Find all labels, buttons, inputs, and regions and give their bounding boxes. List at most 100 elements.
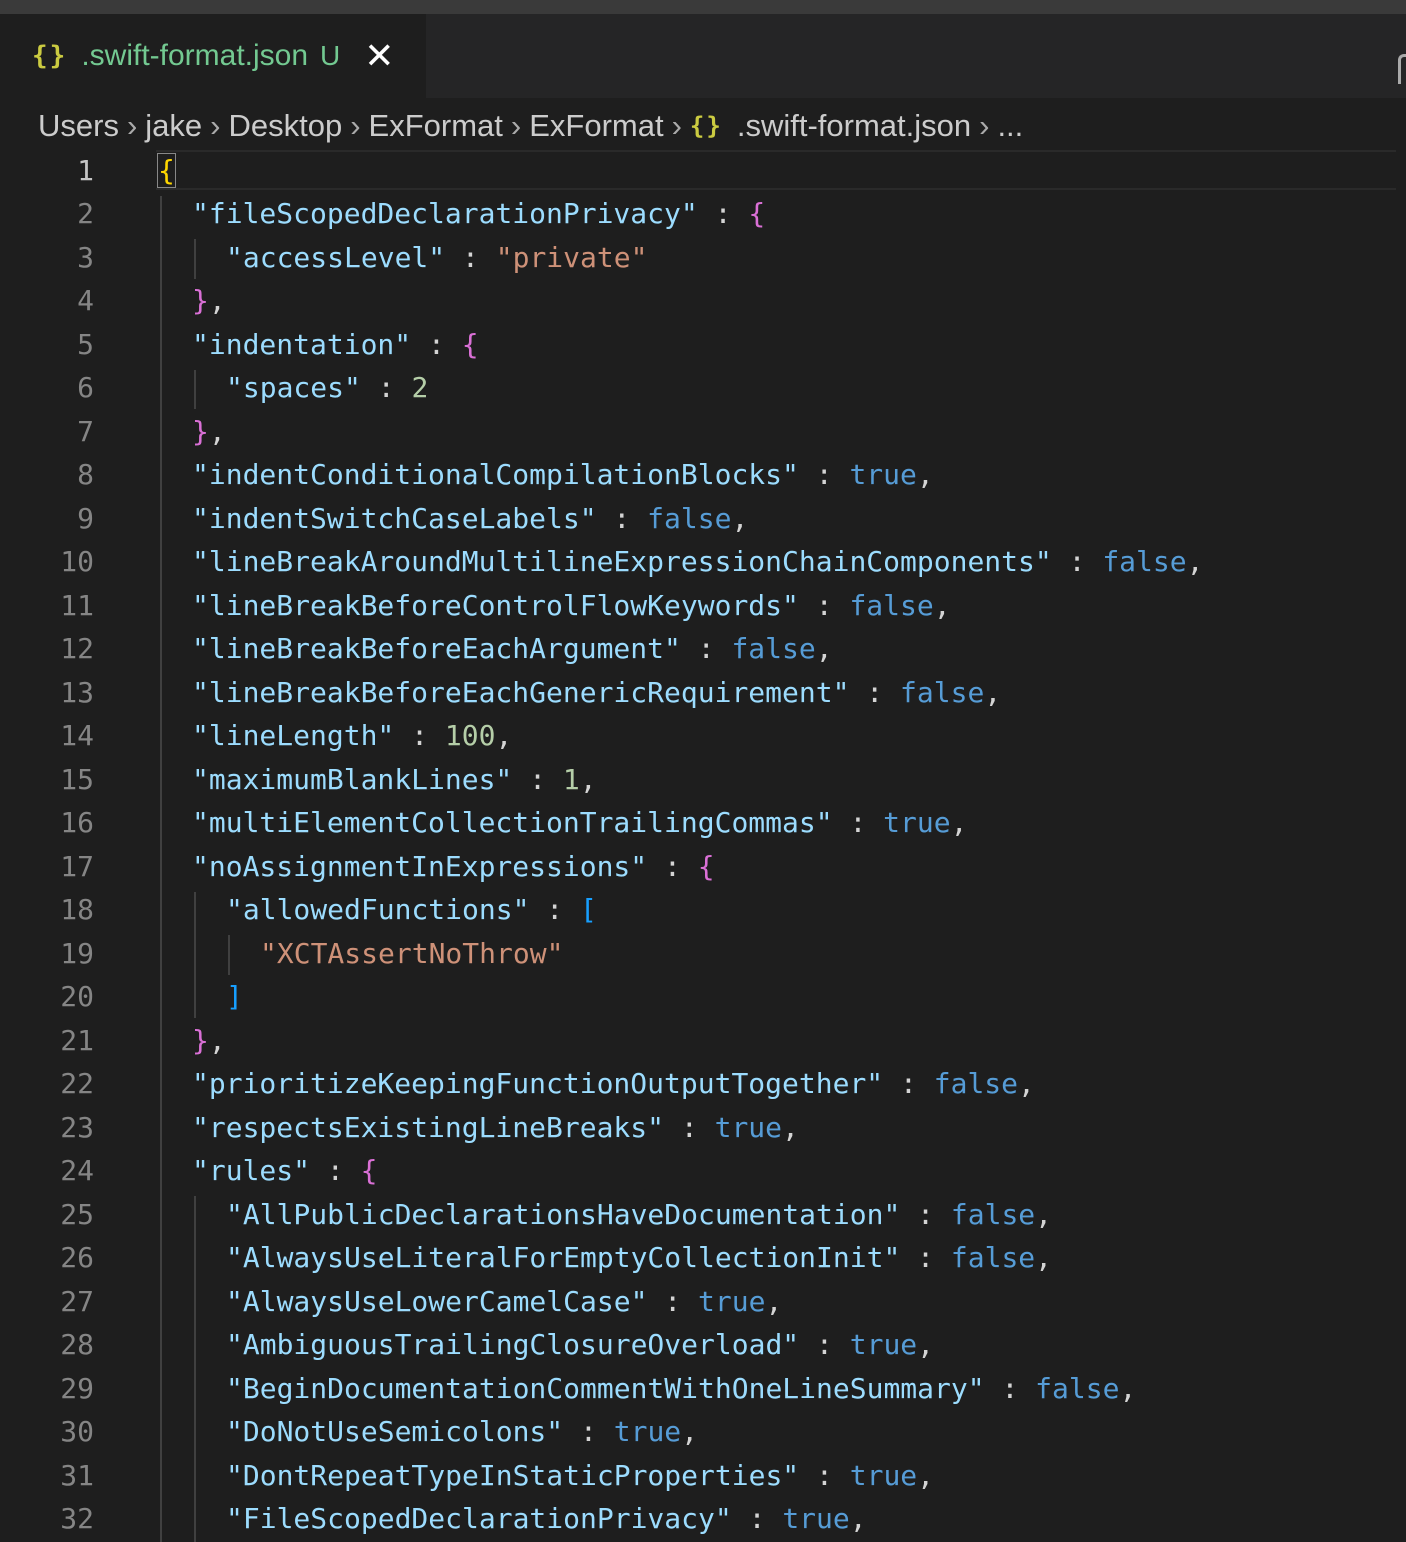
code-line[interactable]: 30 "DoNotUseSemicolons" : true, bbox=[0, 1410, 1406, 1454]
code-line[interactable]: 8 "indentConditionalCompilationBlocks" : … bbox=[0, 453, 1406, 497]
breadcrumb-item-exformat-sub[interactable]: ExFormat bbox=[529, 108, 663, 144]
code-content: "FileScopedDeclarationPrivacy" : true, bbox=[226, 1502, 867, 1535]
code-line[interactable]: 10 "lineBreakAroundMultilineExpressionCha… bbox=[0, 540, 1406, 584]
code-editor[interactable]: 1{2 "fileScopedDeclarationPrivacy" : { 3 "a… bbox=[0, 148, 1406, 1542]
code-line[interactable]: 32 "FileScopedDeclarationPrivacy" : true, bbox=[0, 1497, 1406, 1541]
breadcrumb-item-exformat[interactable]: ExFormat bbox=[369, 108, 503, 144]
code-token: false bbox=[731, 632, 816, 665]
code-line[interactable]: 13 "lineBreakBeforeEachGenericRequirement… bbox=[0, 670, 1406, 714]
line-number: 7 bbox=[77, 414, 94, 448]
code-token: "maximumBlankLines" bbox=[192, 762, 513, 796]
code-token: : bbox=[798, 458, 850, 491]
breadcrumb: Users › jake › Desktop › ExFormat › ExFo… bbox=[38, 104, 1023, 148]
code-line[interactable]: 6 "spaces" : 2 bbox=[0, 366, 1406, 410]
code-content: "AlwaysUseLowerCamelCase" : true, bbox=[226, 1285, 782, 1318]
code-line[interactable]: 26 "AlwaysUseLiteralForEmptyCollectionIni… bbox=[0, 1236, 1406, 1280]
code-content: { bbox=[157, 152, 176, 188]
code-token: "DoNotUseSemicolons" bbox=[226, 1415, 564, 1448]
json-file-icon: {} bbox=[689, 112, 723, 140]
code-line[interactable]: 4}, bbox=[0, 279, 1406, 323]
line-number: 9 bbox=[77, 501, 94, 535]
code-line[interactable]: 20] bbox=[0, 975, 1406, 1019]
code-token: { bbox=[748, 197, 766, 230]
code-line[interactable]: 24 "rules" : { bbox=[0, 1149, 1406, 1193]
code-content: "prioritizeKeepingFunctionOutputTogether… bbox=[192, 1067, 1035, 1100]
code-token: "rules" bbox=[192, 1154, 311, 1187]
line-number: 3 bbox=[77, 240, 94, 274]
code-token: : bbox=[596, 501, 648, 535]
code-line[interactable]: 29 "BeginDocumentationCommentWithOneLineS… bbox=[0, 1366, 1406, 1410]
code-token: "lineBreakBeforeControlFlowKeywords" bbox=[192, 588, 799, 622]
code-line[interactable]: 5 "indentation" : { bbox=[0, 322, 1406, 366]
line-number: 20 bbox=[60, 980, 94, 1013]
code-line[interactable]: 27 "AlwaysUseLowerCamelCase" : true, bbox=[0, 1279, 1406, 1323]
code-line[interactable]: 3 "accessLevel" : "private" bbox=[0, 235, 1406, 279]
code-token: "XCTAssertNoThrow" bbox=[260, 936, 564, 970]
json-file-icon: {} bbox=[32, 41, 68, 71]
code-token: , bbox=[1018, 1067, 1035, 1100]
breadcrumb-item-users[interactable]: Users bbox=[38, 108, 119, 144]
line-number: 17 bbox=[60, 849, 94, 883]
code-content: }, bbox=[192, 1024, 226, 1057]
code-line[interactable]: 11 "lineBreakBeforeControlFlowKeywords" :… bbox=[0, 583, 1406, 627]
code-line[interactable]: 15 "maximumBlankLines" : 1, bbox=[0, 757, 1406, 801]
line-number: 28 bbox=[60, 1328, 94, 1361]
code-token: : bbox=[832, 806, 884, 839]
code-token: : bbox=[310, 1154, 361, 1187]
code-token: "AlwaysUseLiteralForEmptyCollectionInit" bbox=[226, 1241, 901, 1274]
code-line[interactable]: 18 "allowedFunctions" : [ bbox=[0, 888, 1406, 932]
code-token: false bbox=[647, 501, 732, 535]
code-line[interactable]: 7}, bbox=[0, 409, 1406, 453]
code-line[interactable]: 28 "AmbiguousTrailingClosureOverload" : t… bbox=[0, 1323, 1406, 1367]
code-token: false bbox=[933, 1067, 1019, 1100]
code-token: "fileScopedDeclarationPrivacy" bbox=[192, 197, 698, 230]
code-token: : bbox=[799, 1458, 850, 1492]
line-number: 15 bbox=[60, 762, 94, 796]
code-token: , bbox=[1035, 1197, 1053, 1231]
code-token: , bbox=[208, 1023, 226, 1057]
code-token: , bbox=[782, 1110, 799, 1144]
code-token: : bbox=[647, 849, 698, 883]
code-token: , bbox=[849, 1502, 867, 1535]
breadcrumb-item-desktop[interactable]: Desktop bbox=[228, 108, 342, 144]
code-content: "fileScopedDeclarationPrivacy" : { bbox=[192, 197, 765, 230]
code-line[interactable]: 23 "respectsExistingLineBreaks" : true, bbox=[0, 1105, 1406, 1149]
line-number: 24 bbox=[60, 1154, 94, 1187]
chevron-right-icon: › bbox=[210, 108, 221, 143]
code-token: true bbox=[613, 1415, 682, 1448]
code-token: "BeginDocumentationCommentWithOneLineSum… bbox=[226, 1371, 985, 1405]
breadcrumb-item-file[interactable]: .swift-format.json bbox=[737, 108, 971, 144]
code-token: , bbox=[933, 588, 951, 622]
code-line[interactable]: 22 "prioritizeKeepingFunctionOutputTogeth… bbox=[0, 1062, 1406, 1106]
code-line[interactable]: 21}, bbox=[0, 1018, 1406, 1062]
code-line[interactable]: 17 "noAssignmentInExpressions" : { bbox=[0, 844, 1406, 888]
code-token: , bbox=[950, 806, 968, 839]
code-content: "accessLevel" : "private" bbox=[226, 241, 647, 274]
code-token: 100 bbox=[444, 719, 496, 752]
line-number: 31 bbox=[60, 1458, 94, 1492]
code-line[interactable]: 14 "lineLength" : 100, bbox=[0, 714, 1406, 758]
code-line[interactable]: 31 "DontRepeatTypeInStaticProperties" : t… bbox=[0, 1453, 1406, 1497]
code-line[interactable]: 19 "XCTAssertNoThrow" bbox=[0, 931, 1406, 975]
code-line[interactable]: 9 "indentSwitchCaseLabels" : false, bbox=[0, 496, 1406, 540]
code-line[interactable]: 1{ bbox=[0, 148, 1406, 192]
close-icon[interactable]: ✕ bbox=[364, 38, 394, 74]
chevron-right-icon: › bbox=[350, 108, 361, 143]
code-token: { bbox=[461, 327, 479, 361]
code-token: true bbox=[849, 1328, 918, 1361]
code-token: : bbox=[799, 1328, 850, 1361]
code-token: false bbox=[1035, 1371, 1120, 1405]
code-line[interactable]: 16 "multiElementCollectionTrailingCommas"… bbox=[0, 801, 1406, 845]
breadcrumb-item-jake[interactable]: jake bbox=[145, 108, 202, 144]
code-line[interactable]: 25 "AllPublicDeclarationsHaveDocumentatio… bbox=[0, 1192, 1406, 1236]
tab-title: .swift-format.json bbox=[81, 39, 309, 72]
code-token: : bbox=[664, 1110, 715, 1144]
code-line[interactable]: 2 "fileScopedDeclarationPrivacy" : { bbox=[0, 192, 1406, 236]
split-editor-icon[interactable] bbox=[1398, 54, 1406, 84]
line-number: 29 bbox=[60, 1371, 94, 1405]
tab-swift-format-json[interactable]: {} .swift-format.json U ✕ bbox=[0, 14, 426, 98]
code-line[interactable]: 12 "lineBreakBeforeEachArgument" : false, bbox=[0, 627, 1406, 671]
breadcrumb-item-more[interactable]: ... bbox=[997, 108, 1023, 144]
code-content: "AllPublicDeclarationsHaveDocumentation"… bbox=[226, 1198, 1052, 1231]
line-number: 25 bbox=[60, 1197, 94, 1231]
